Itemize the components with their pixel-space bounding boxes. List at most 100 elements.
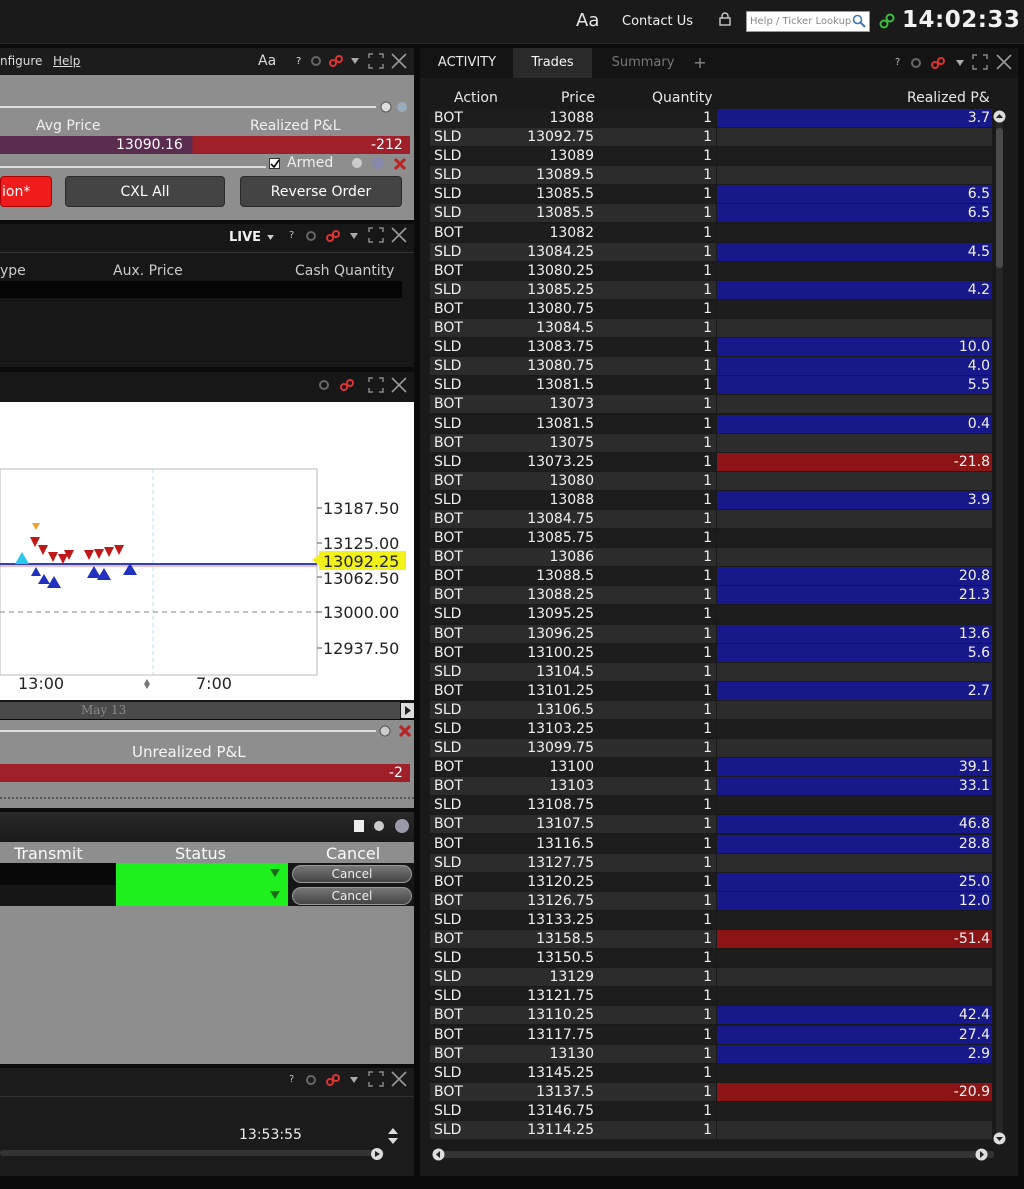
search-icon[interactable] [852,14,866,28]
trade-row[interactable]: BOT 13100 1 39.1 [430,758,1002,777]
trade-row[interactable]: BOT 13088 1 3.7 [430,109,1002,128]
trade-row[interactable]: SLD 13150.5 1 [430,949,1002,968]
col-price[interactable]: Price [561,90,595,106]
expand-icon[interactable] [368,1071,384,1087]
trade-row[interactable]: BOT 13084.5 1 [430,319,1002,338]
trade-row[interactable]: SLD 13073.25 1 -21.8 [430,452,1002,472]
trade-row[interactable]: BOT 13088.5 1 20.8 [430,567,1002,586]
gear-icon[interactable] [305,230,317,242]
close-icon[interactable] [393,157,407,171]
horizontal-scrollbar[interactable] [0,1150,384,1156]
gear-icon[interactable] [310,55,322,67]
link-icon[interactable] [325,1073,341,1087]
gear-icon[interactable] [305,1074,317,1086]
trade-row[interactable]: BOT 13110.25 1 42.4 [430,1006,1002,1025]
trade-row[interactable]: BOT 13080.75 1 [430,299,1002,319]
help-icon[interactable]: ? [289,1074,294,1085]
gear-icon[interactable] [318,379,330,391]
trade-row[interactable]: SLD 13092.75 1 [430,128,1002,147]
trade-row[interactable]: BOT 13080 1 [430,471,1002,491]
close-icon[interactable] [391,227,407,243]
chevron-down-icon[interactable] [350,1077,358,1083]
trade-row[interactable]: BOT 13126.75 1 12.0 [430,891,1002,911]
scroll-left-icon[interactable] [432,1148,445,1161]
trade-row[interactable]: BOT 13086 1 [430,548,1002,567]
chart-scrollbar[interactable]: May 13 [0,702,400,719]
transmit-button[interactable]: ion* [0,176,52,207]
close-icon[interactable] [391,377,407,393]
expand-icon[interactable] [368,377,384,393]
link-icon[interactable] [930,56,946,70]
trade-row[interactable]: BOT 13120.25 1 25.0 [430,872,1002,892]
chevron-down-icon[interactable] [956,60,964,66]
expand-icon[interactable] [972,54,988,70]
tab-trades[interactable]: Trades [513,48,592,78]
trade-row[interactable]: SLD 13114.25 1 [430,1120,1002,1140]
trade-row[interactable]: SLD 13127.75 1 [430,853,1002,873]
trade-row[interactable]: SLD 13095.25 1 [430,605,1002,624]
trade-row[interactable]: SLD 13081.5 1 5.5 [430,376,1002,395]
cancel-all-button[interactable]: CXL All [65,176,225,207]
trade-row[interactable]: BOT 13158.5 1 -51.4 [430,930,1002,949]
trade-row[interactable]: SLD 13106.5 1 [430,700,1002,720]
trade-row[interactable]: BOT 13130 1 2.9 [430,1044,1002,1064]
scrollbar-thumb[interactable] [996,128,1003,268]
wrench-icon[interactable] [378,724,392,738]
settings-icon[interactable] [380,101,392,113]
orders-row[interactable] [0,281,402,298]
trade-row[interactable]: BOT 13075 1 [430,433,1002,453]
help-icon[interactable]: ? [296,56,301,67]
trade-row[interactable]: BOT 13101.25 1 2.7 [430,681,1002,701]
help-icon[interactable]: ? [289,230,294,241]
trade-row[interactable]: SLD 13104.5 1 [430,662,1002,682]
trade-row[interactable]: BOT 13096.25 1 13.6 [430,624,1002,644]
lock-icon[interactable] [718,12,732,26]
add-tab-button[interactable]: + [690,48,710,78]
col-quantity[interactable]: Quantity [652,90,713,106]
document-icon[interactable] [352,819,366,833]
trade-row[interactable]: SLD 13129 1 [430,968,1002,987]
col-action[interactable]: Action [454,90,498,106]
wrench-icon[interactable] [350,156,364,170]
trade-row[interactable]: SLD 13108.75 1 [430,796,1002,815]
trade-row[interactable]: SLD 13085.5 1 6.5 [430,204,1002,223]
trade-row[interactable]: SLD 13083.75 1 10.0 [430,338,1002,357]
font-size-icon[interactable]: Aa [258,53,276,69]
menu-configure[interactable]: nfigure [0,54,42,68]
trade-row[interactable]: BOT 13088.25 1 21.3 [430,586,1002,605]
scroll-right-icon[interactable] [975,1148,988,1161]
chevron-down-icon[interactable] [270,869,280,877]
trade-row[interactable]: BOT 13082 1 [430,223,1002,243]
trade-row[interactable]: BOT 13100.25 1 5.6 [430,643,1002,663]
ticker-search-input[interactable]: Help / Ticker Lookup [746,11,870,32]
scroll-right-icon[interactable] [370,1148,384,1160]
reverse-order-button[interactable]: Reverse Order [240,176,402,207]
trade-row[interactable]: BOT 13073 1 [430,395,1002,414]
trade-row[interactable]: BOT 13085.75 1 [430,529,1002,548]
trade-row[interactable]: BOT 13080.25 1 [430,261,1002,281]
trade-row[interactable]: SLD 13085.25 1 4.2 [430,280,1002,300]
transmit-cell[interactable] [0,885,116,906]
close-icon[interactable] [391,53,407,69]
trade-row[interactable]: SLD 13146.75 1 [430,1101,1002,1121]
trade-row[interactable]: BOT 13117.75 1 27.4 [430,1025,1002,1045]
live-dropdown[interactable]: LIVE [229,230,261,245]
link-icon[interactable] [325,229,341,243]
trade-row[interactable]: SLD 13121.75 1 [430,987,1002,1006]
trade-row[interactable]: SLD 13088 1 3.9 [430,490,1002,510]
contact-us-link[interactable]: Contact Us [622,14,693,29]
trade-row[interactable]: BOT 13084.75 1 [430,509,1002,529]
trade-row[interactable]: BOT 13116.5 1 28.8 [430,834,1002,854]
link-icon[interactable] [339,378,355,392]
trade-row[interactable]: SLD 13081.5 1 0.4 [430,414,1002,434]
trade-row[interactable]: SLD 13099.75 1 [430,739,1002,758]
trade-row[interactable]: SLD 13089 1 [430,147,1002,166]
chevron-down-icon[interactable] [270,891,280,899]
col-realized-pnl[interactable]: Realized P& [907,90,990,106]
font-size-icon[interactable]: Aa [576,10,599,31]
close-icon[interactable] [399,725,411,737]
scroll-right-icon[interactable] [401,703,414,718]
cancel-order-button[interactable]: Cancel [292,887,412,905]
trade-row[interactable]: BOT 13137.5 1 -20.9 [430,1082,1002,1102]
scroll-down-icon[interactable] [993,1132,1006,1145]
